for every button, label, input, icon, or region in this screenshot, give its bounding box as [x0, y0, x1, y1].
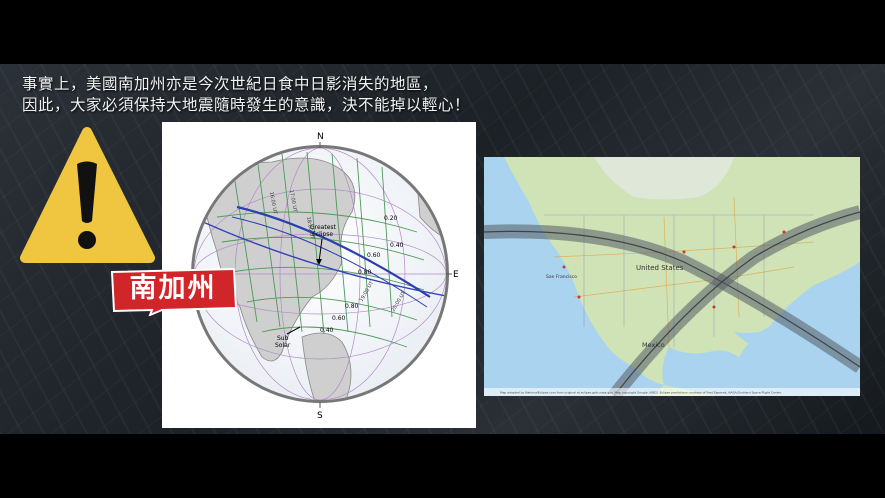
compass-north: N [317, 132, 324, 142]
label-united-states: United States [636, 264, 684, 272]
us-map-svg: United States Mexico San Francisco Map a… [483, 157, 864, 401]
compass-east: E [453, 270, 459, 280]
caption-line-2: 因此，大家必須保持大地震隨時發生的意識，決不能掉以輕心！ [22, 96, 471, 114]
sub-solar-label-1: Sub [277, 335, 289, 342]
caption-line-1: 事實上，美國南加州亦是今次世紀日食中日影消失的地區， [22, 75, 439, 93]
caption: 事實上，美國南加州亦是今次世紀日食中日影消失的地區， 因此，大家必須保持大地震隨… [22, 74, 582, 116]
letterbox-bottom [0, 434, 885, 498]
us-eclipse-path-map: United States Mexico San Francisco Map a… [483, 157, 864, 401]
contour-label: 0.40 [320, 327, 334, 334]
warning-icon [20, 127, 155, 263]
label-san-francisco: San Francisco [546, 274, 577, 280]
map-attribution: Map adapted by NationalEclipse.com from … [500, 391, 782, 395]
tag-label: 南加州 [129, 273, 217, 304]
sub-solar-label-2: Solar [275, 342, 291, 349]
contour-label: 0.20 [384, 215, 398, 222]
contour-label: 0.80 [345, 303, 359, 310]
compass-south: S [317, 411, 323, 421]
letterbox-top [0, 0, 885, 64]
label-mexico: Mexico [642, 341, 665, 349]
contour-label: 0.80 [358, 269, 372, 276]
contour-label: 0.40 [390, 242, 404, 249]
contour-label: 0.60 [332, 315, 346, 322]
contour-label: 0.60 [367, 252, 381, 259]
